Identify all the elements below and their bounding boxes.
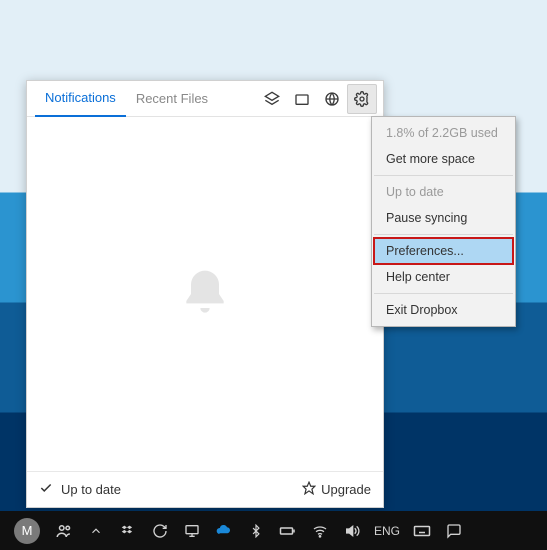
- people-icon[interactable]: [52, 512, 76, 550]
- avatar[interactable]: M: [14, 518, 40, 544]
- menu-get-space[interactable]: Get more space: [374, 146, 513, 172]
- onedrive-icon[interactable]: [212, 512, 236, 550]
- chevron-up-icon[interactable]: [84, 512, 108, 550]
- upgrade-link[interactable]: Upgrade: [321, 482, 371, 497]
- menu-separator: [374, 234, 513, 235]
- sync-icon[interactable]: [148, 512, 172, 550]
- panel-header: Notifications Recent Files: [27, 81, 383, 117]
- panel-footer: Up to date Upgrade: [27, 471, 383, 507]
- wifi-icon[interactable]: [308, 512, 332, 550]
- battery-icon[interactable]: [276, 512, 300, 550]
- menu-exit[interactable]: Exit Dropbox: [374, 297, 513, 323]
- dropbox-tray-icon[interactable]: [116, 512, 140, 550]
- menu-separator: [374, 175, 513, 176]
- volume-icon[interactable]: [340, 512, 364, 550]
- monitor-icon[interactable]: [180, 512, 204, 550]
- menu-pause-sync[interactable]: Pause syncing: [374, 205, 513, 231]
- gear-icon[interactable]: [347, 84, 377, 114]
- menu-help-center[interactable]: Help center: [374, 264, 513, 290]
- folder-icon[interactable]: [287, 84, 317, 114]
- menu-separator: [374, 293, 513, 294]
- keyboard-icon[interactable]: [410, 512, 434, 550]
- settings-menu: 1.8% of 2.2GB used Get more space Up to …: [371, 116, 516, 327]
- bell-icon: [177, 266, 233, 322]
- taskbar: M ENG: [0, 511, 547, 550]
- layers-icon[interactable]: [257, 84, 287, 114]
- menu-status: Up to date: [374, 179, 513, 205]
- check-icon: [39, 481, 53, 498]
- language-indicator[interactable]: ENG: [374, 524, 400, 538]
- menu-usage: 1.8% of 2.2GB used: [374, 120, 513, 146]
- tab-notifications[interactable]: Notifications: [35, 81, 126, 117]
- star-icon: [302, 481, 316, 498]
- menu-preferences[interactable]: Preferences...: [374, 238, 513, 264]
- tab-recent-files[interactable]: Recent Files: [126, 81, 218, 117]
- panel-body: [27, 117, 383, 471]
- globe-icon[interactable]: [317, 84, 347, 114]
- dropbox-panel: Notifications Recent Files Up to date Up…: [26, 80, 384, 508]
- notification-icon[interactable]: [442, 512, 466, 550]
- status-text: Up to date: [61, 482, 121, 497]
- bluetooth-icon[interactable]: [244, 512, 268, 550]
